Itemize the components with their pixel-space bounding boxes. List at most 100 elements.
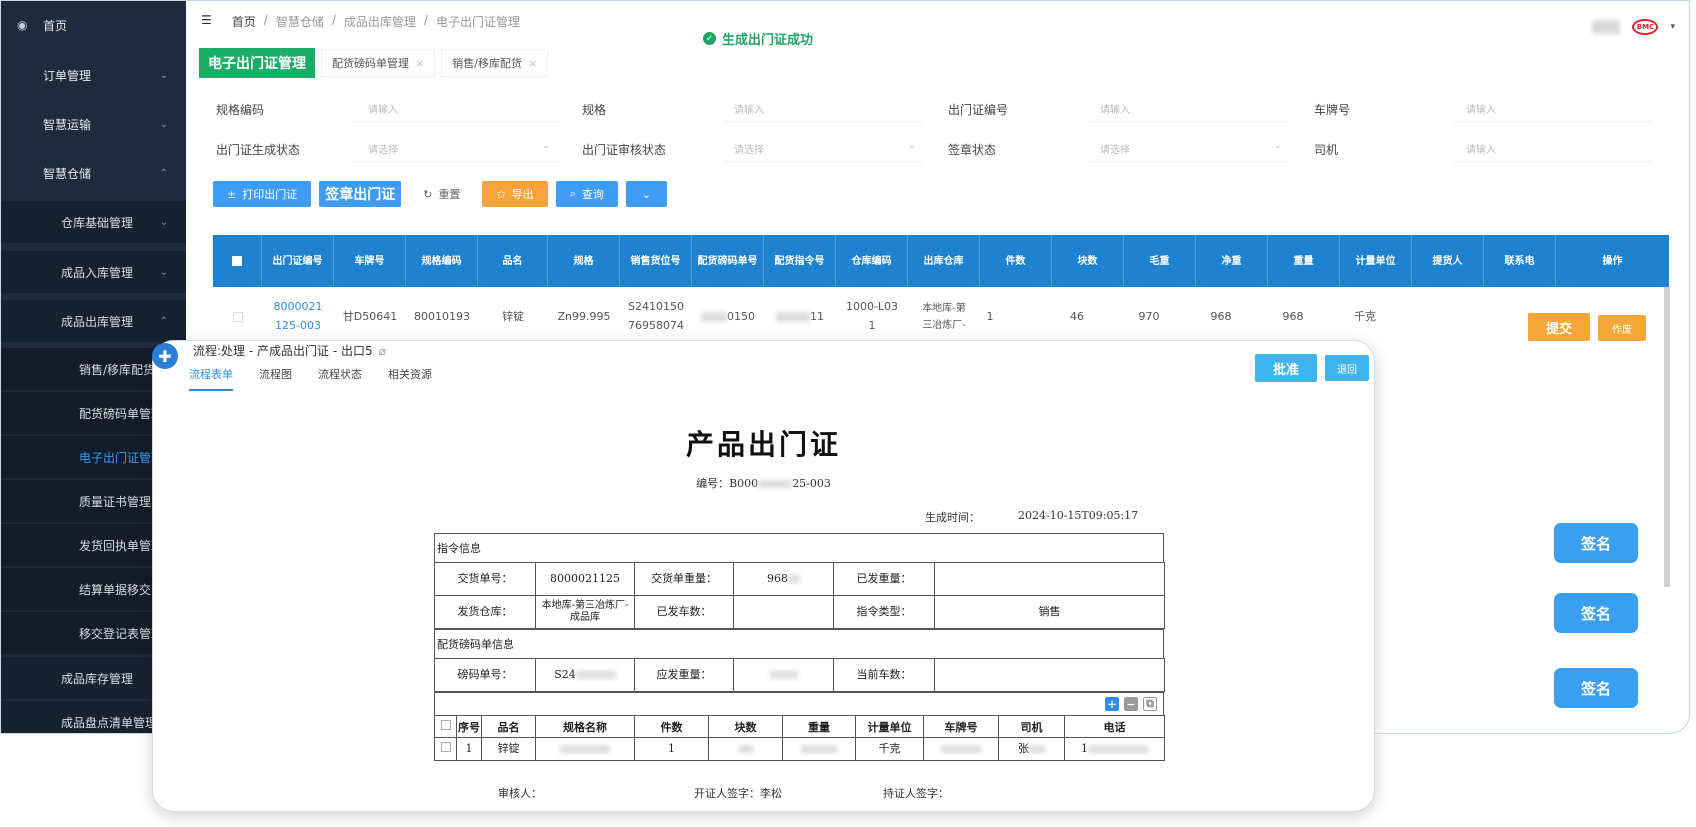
section-bill: 配货磅码单信息 [434, 629, 1164, 658]
cell-plate: 甘D50641 [342, 309, 398, 323]
copy-row-icon[interactable]: ⧉ [1143, 697, 1157, 711]
sidebar-item-home[interactable]: ◉ 首页 [1, 4, 186, 46]
void-button[interactable]: 作废 [1598, 315, 1646, 341]
menu-toggle-icon[interactable]: ☰ [201, 13, 212, 30]
tab-bill-mgmt[interactable]: 配货磅码单管理 × [321, 49, 436, 77]
driver-input[interactable]: 请输入 [1454, 136, 1654, 162]
permit-no-link[interactable]: 8000021 125-003 [262, 287, 334, 347]
breadcrumb-item[interactable]: 首页 [232, 13, 256, 30]
col-permit-no[interactable]: 出门证编号 [262, 235, 334, 287]
tab-related-resources[interactable]: 相关资源 [388, 366, 432, 391]
seal-status-select[interactable]: 请选择 [1088, 136, 1288, 162]
sidebar-item-orders[interactable]: 订单管理 ⌄ [1, 54, 186, 96]
item-select-all[interactable] [434, 715, 457, 738]
col-instr-no[interactable]: 配货指令号 [764, 235, 836, 287]
tab-process-status[interactable]: 流程状态 [318, 366, 362, 391]
caret-down-icon[interactable]: ▾ [1670, 22, 1675, 32]
filter-audit-status: 出门证审核状态 请选择 ⌄ [582, 136, 932, 162]
row-checkbox[interactable] [213, 287, 262, 347]
chevron-down-icon: ⌄ [641, 187, 652, 201]
approve-button[interactable]: 批准 [1255, 354, 1317, 382]
print-permit-button[interactable]: ± 打印出门证 [213, 181, 312, 207]
col-sales-loc[interactable]: 销售货位号 [620, 235, 692, 287]
seal-permit-button[interactable]: 签章出门证 [319, 181, 402, 207]
reset-button[interactable]: ↻ 重置 [409, 181, 475, 207]
col-spec-code[interactable]: 规格编码 [406, 235, 478, 287]
breadcrumb-item[interactable]: 智慧仓储 [276, 13, 324, 30]
col-pieces[interactable]: 件数 [980, 235, 1052, 287]
col-unit[interactable]: 计量单位 [1340, 235, 1412, 287]
close-icon[interactable]: × [528, 57, 537, 70]
link-icon[interactable]: ⌀ [379, 344, 386, 358]
dialog-tabs: 流程表单 流程图 流程状态 相关资源 [189, 366, 432, 391]
chevron-down-icon: ⌄ [907, 140, 916, 151]
col-plate[interactable]: 车牌号 [334, 235, 406, 287]
spec-code-input[interactable]: 请输入 [356, 96, 556, 122]
col-blocks[interactable]: 块数 [1052, 235, 1124, 287]
sidebar-item-warehouse[interactable]: 智慧仓储 ⌃ [1, 152, 186, 194]
col-weight[interactable]: 重量 [1268, 235, 1340, 287]
scrollbar-thumb[interactable] [1664, 287, 1670, 587]
filter-plate: 车牌号 请输入 [1314, 96, 1664, 122]
table-row[interactable]: 8000021 125-003 甘D50641 80010193 锌锭 Zn99.… [213, 287, 1669, 347]
col-net[interactable]: 净重 [1196, 235, 1268, 287]
tab-process-diagram[interactable]: 流程图 [259, 366, 292, 391]
document-number: 编号：B000 25-003 [696, 477, 831, 490]
user-block[interactable]: BMC ▾ [1592, 19, 1675, 35]
filter-spec-code: 规格编码 请输入 [216, 96, 566, 122]
filter-spec: 规格 请输入 [582, 96, 932, 122]
vertical-scrollbar[interactable] [1664, 287, 1670, 587]
table-header: 出门证编号 车牌号 规格编码 品名 规格 销售货位号 配货磅码单号 配货指令号 … [213, 235, 1669, 287]
submit-button[interactable]: 提交 [1528, 313, 1590, 341]
sidebar-item-outbound[interactable]: 成品出库管理 ⌃ [1, 300, 186, 342]
query-button[interactable]: ⌕ 查询 [555, 181, 618, 207]
col-gross[interactable]: 毛重 [1124, 235, 1196, 287]
cell-bill-no: 0150 [692, 287, 764, 347]
item-toolbar: + − ⧉ [434, 692, 1164, 715]
tab-process-form[interactable]: 流程表单 [189, 366, 233, 391]
filter-gen-status: 出门证生成状态 请选择 ⌄ [216, 136, 566, 162]
section-instruction: 指令信息 [434, 533, 1164, 562]
tab-sales-allocation[interactable]: 销售/移库配货 × [441, 49, 549, 77]
sign-button[interactable]: 签名 [1554, 523, 1638, 563]
chevron-down-icon: ⌄ [541, 140, 550, 151]
close-icon[interactable]: × [415, 57, 424, 70]
cell-spec: Zn99.995 [557, 309, 611, 323]
sign-button[interactable]: 签名 [1554, 593, 1638, 633]
select-all-checkbox[interactable] [213, 235, 262, 287]
sign-button[interactable]: 签名 [1554, 668, 1638, 708]
return-button[interactable]: 退回 [1325, 355, 1369, 381]
permit-no-input[interactable]: 请输入 [1088, 96, 1288, 122]
chevron-up-icon: ⌃ [159, 167, 168, 179]
success-toast: ✓ 生成出门证成功 [703, 29, 813, 48]
col-bill-no[interactable]: 配货磅码单号 [692, 235, 764, 287]
refresh-icon: ↻ [423, 187, 433, 201]
col-phone[interactable]: 联系电 [1484, 235, 1556, 287]
chevron-up-icon: ⌃ [159, 315, 168, 327]
gen-status-select[interactable]: 请选择 [356, 136, 556, 162]
col-wh-code[interactable]: 仓库编码 [836, 235, 908, 287]
instruction-table: 交货单号： 8000021125 交货单重量： 968 已发重量： 发货仓库： … [434, 562, 1165, 629]
item-row[interactable]: 1 锌锭 1 千克 张 1 [434, 737, 1165, 761]
audit-status-select[interactable]: 请选择 [722, 136, 922, 162]
tab-gate-permit[interactable]: 电子出门证管理 [199, 48, 315, 78]
add-row-icon[interactable]: + [1105, 697, 1119, 711]
item-row-checkbox[interactable] [434, 737, 457, 761]
remove-row-icon[interactable]: − [1124, 697, 1138, 711]
col-picker[interactable]: 提货人 [1412, 235, 1484, 287]
sidebar-item-wh-basic[interactable]: 仓库基础管理 ⌄ [1, 201, 186, 243]
sidebar-item-transport[interactable]: 智慧运输 ⌄ [1, 103, 186, 145]
plate-input[interactable]: 请输入 [1454, 96, 1654, 122]
export-button[interactable]: ✩ 导出 [482, 181, 548, 207]
spec-input[interactable]: 请输入 [722, 96, 922, 122]
breadcrumb-item[interactable]: 成品出库管理 [344, 13, 416, 30]
screenshot-stage: { "sidebar": { "items": [ {"label": "首页"… [0, 0, 1696, 827]
col-product[interactable]: 品名 [478, 235, 548, 287]
expand-button[interactable]: ⌄ [625, 181, 668, 207]
cell-warehouse: 本地库-第 三冶炼厂- [922, 303, 966, 331]
sidebar-item-inbound[interactable]: 成品入库管理 ⌄ [1, 251, 186, 293]
company-logo: BMC [1632, 19, 1659, 35]
export-icon: ✩ [496, 187, 506, 201]
col-warehouse[interactable]: 出库仓库 [908, 235, 980, 287]
col-spec[interactable]: 规格 [548, 235, 620, 287]
